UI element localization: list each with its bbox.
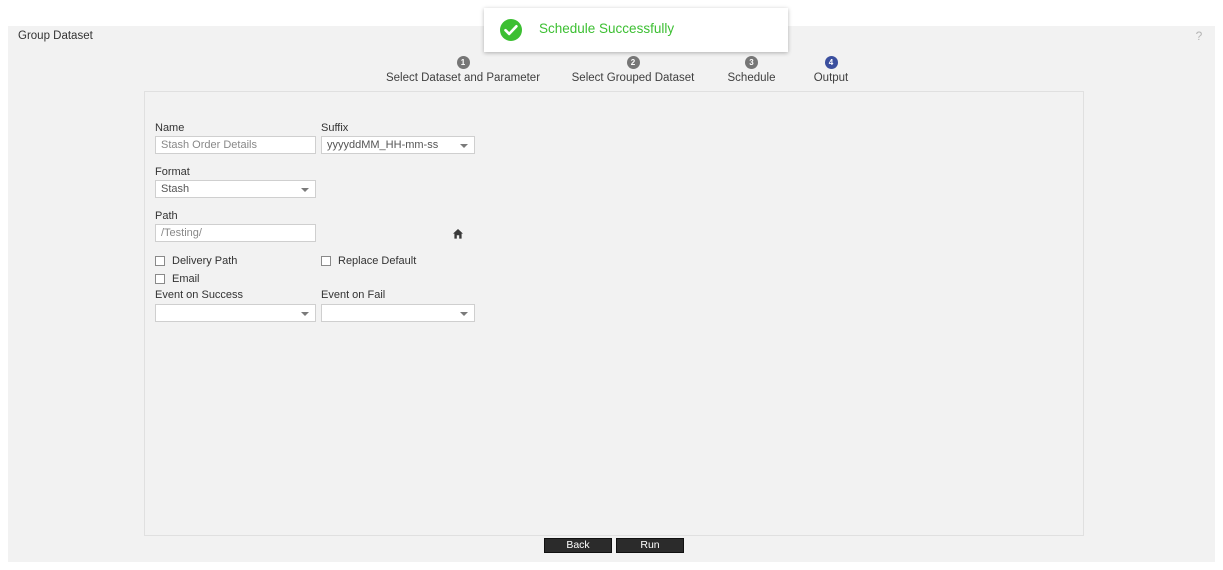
- page-title: Group Dataset: [18, 30, 93, 42]
- chevron-down-icon: [301, 312, 309, 316]
- question-mark-icon[interactable]: ?: [1192, 29, 1206, 43]
- home-icon[interactable]: [452, 228, 464, 240]
- step-3-number: 3: [745, 56, 758, 69]
- delivery-path-label: Delivery Path: [172, 255, 238, 267]
- path-input[interactable]: [155, 224, 316, 242]
- name-label: Name: [155, 122, 185, 134]
- step-4-number: 4: [824, 56, 838, 69]
- checkbox-box: [321, 256, 331, 266]
- step-3-label: Schedule: [727, 72, 776, 84]
- event-on-success-label: Event on Success: [155, 289, 244, 301]
- event-on-fail-select[interactable]: [321, 304, 475, 322]
- event-on-success-select[interactable]: [155, 304, 316, 322]
- check-circle-icon: [500, 19, 522, 41]
- chevron-down-icon: [460, 312, 468, 316]
- format-label: Format: [155, 166, 190, 178]
- step-4-label: Output: [813, 72, 849, 84]
- wizard-stepper: 1 Select Dataset and Parameter 2 Select …: [8, 56, 1215, 96]
- suffix-select[interactable]: yyyyddMM_HH-mm-ss: [321, 136, 475, 154]
- success-toast[interactable]: Schedule Successfully: [484, 8, 788, 52]
- step-2-label: Select Grouped Dataset: [571, 72, 695, 84]
- format-value: Stash: [161, 183, 190, 195]
- format-select[interactable]: Stash: [155, 180, 316, 198]
- toast-message: Schedule Successfully: [539, 21, 675, 36]
- back-button[interactable]: Back: [544, 538, 612, 553]
- step-2-number: 2: [626, 56, 640, 69]
- wizard-step-4[interactable]: 4 Output: [801, 56, 861, 84]
- footer-actions: Back Run: [8, 538, 1215, 562]
- checkbox-box: [155, 256, 165, 266]
- checkbox-box: [155, 274, 165, 284]
- suffix-label: Suffix: [321, 122, 349, 134]
- suffix-value: yyyyddMM_HH-mm-ss: [327, 139, 439, 151]
- replace-default-label: Replace Default: [338, 255, 417, 267]
- event-on-fail-label: Event on Fail: [321, 289, 386, 301]
- chevron-down-icon: [460, 144, 468, 148]
- step-1-number: 1: [456, 56, 470, 69]
- name-input[interactable]: [155, 136, 316, 154]
- wizard-step-1[interactable]: 1 Select Dataset and Parameter: [382, 56, 544, 84]
- output-settings-panel: Name Suffix yyyyddMM_HH-mm-ss Format Sta…: [144, 91, 1084, 536]
- run-button[interactable]: Run: [616, 538, 684, 553]
- path-label: Path: [155, 210, 178, 222]
- email-label: Email: [172, 273, 200, 285]
- application-window: Group Dataset ? 1 Select Dataset and Par…: [8, 26, 1215, 562]
- wizard-step-2[interactable]: 2 Select Grouped Dataset: [565, 56, 701, 84]
- step-1-label: Select Dataset and Parameter: [385, 72, 541, 84]
- wizard-step-3[interactable]: 3 Schedule: [714, 56, 789, 84]
- chevron-down-icon: [301, 188, 309, 192]
